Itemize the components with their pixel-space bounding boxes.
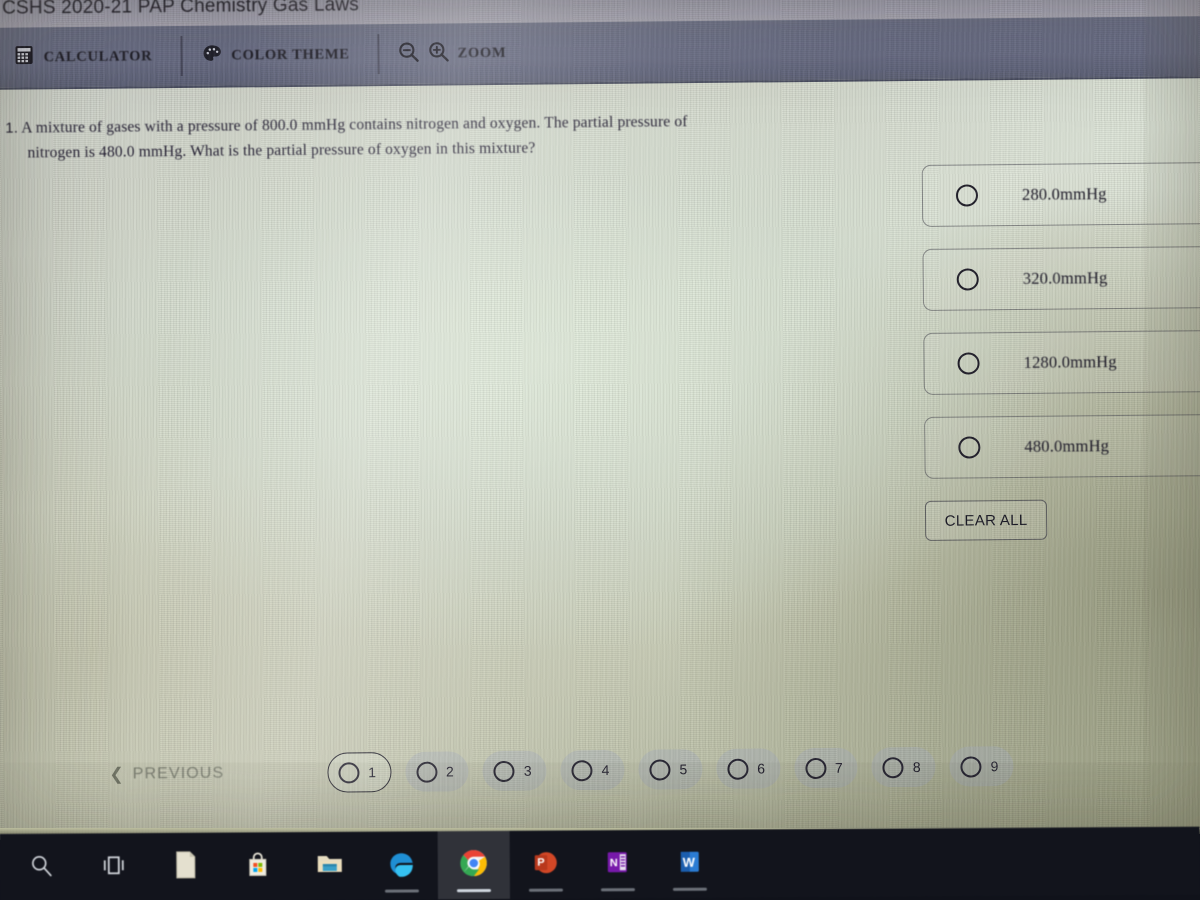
clear-all-button[interactable]: CLEAR ALL [924, 499, 1048, 541]
answer-option-2[interactable]: 320.0mmHg [922, 246, 1200, 311]
question-number: 1. [5, 119, 19, 137]
page-radio-icon [804, 757, 827, 779]
chrome-browser-icon [459, 848, 489, 883]
radio-button-icon[interactable] [957, 352, 980, 375]
toolbar-divider-1 [180, 36, 183, 77]
previous-button[interactable]: ❮ PREVIOUS [109, 764, 224, 785]
onenote-icon: N [604, 848, 632, 881]
taskbar-powerpoint-button[interactable]: P [510, 830, 582, 898]
page-number: 7 [834, 759, 843, 776]
search-icon [29, 852, 55, 883]
calculator-label: CALCULATOR [43, 47, 153, 65]
svg-text:N: N [610, 857, 618, 869]
page-item-4[interactable]: 4 [560, 749, 625, 791]
question-text: 1. A mixture of gases with a pressure of… [5, 107, 865, 166]
answer-option-4[interactable]: 480.0mmHg [924, 414, 1200, 479]
page-radio-icon [415, 761, 438, 783]
course-title: CSHS 2020-21 PAP Chemistry Gas Laws [2, 0, 360, 19]
page-radio-icon [571, 759, 593, 781]
taskbar-running-indicator [600, 888, 635, 892]
quiz-toolbar: CALCULATOR COLOR THEME ZOOM [0, 16, 1200, 90]
taskbar-active-indicator [456, 889, 491, 893]
calculator-button[interactable]: CALCULATOR [8, 36, 166, 78]
page-item-1[interactable]: 1 [327, 752, 392, 793]
taskbar-word-button[interactable]: W [654, 830, 726, 898]
radio-button-icon[interactable] [956, 268, 979, 291]
answer-option-label: 480.0mmHg [1024, 436, 1110, 456]
page-number-list: 1 2 3 4 5 6 7 8 9 [327, 746, 1014, 793]
taskbar-search-button[interactable] [6, 834, 78, 900]
answer-option-label: 320.0mmHg [1022, 268, 1108, 288]
answer-option-3[interactable]: 1280.0mmHg [923, 330, 1200, 395]
microsoft-store-icon [244, 850, 272, 883]
page-item-2[interactable]: 2 [404, 751, 469, 792]
palette-icon [202, 44, 221, 67]
file-explorer-icon [315, 850, 345, 881]
calculator-icon [14, 45, 33, 69]
page-number: 2 [445, 763, 454, 780]
answer-option-label: 280.0mmHg [1021, 184, 1107, 204]
taskbar-edge-button[interactable] [366, 831, 438, 899]
page-item-9[interactable]: 9 [949, 746, 1014, 787]
color-theme-button[interactable]: COLOR THEME [196, 34, 364, 76]
color-theme-label: COLOR THEME [231, 45, 350, 64]
question-line-1: A mixture of gases with a pressure of 80… [21, 113, 688, 137]
page-item-8[interactable]: 8 [871, 746, 936, 788]
powerpoint-icon: P [532, 848, 560, 881]
taskbar-running-indicator [528, 888, 563, 892]
page-radio-icon [493, 760, 515, 782]
page-number: 9 [990, 758, 999, 775]
windows-taskbar: P N W [0, 826, 1200, 900]
taskbar-running-indicator [384, 889, 419, 893]
chevron-left-icon: ❮ [109, 764, 124, 784]
page-number: 5 [679, 761, 688, 778]
zoom-label: ZOOM [457, 44, 507, 61]
edge-browser-icon [387, 848, 417, 883]
answer-option-1[interactable]: 280.0mmHg [921, 162, 1200, 227]
taskbar-onenote-button[interactable]: N [582, 830, 654, 898]
taskbar-microsoft-store-button[interactable] [222, 832, 294, 900]
toolbar-divider-2 [377, 34, 380, 75]
word-icon: W [676, 847, 704, 880]
svg-text:W: W [683, 854, 696, 869]
task-view-icon [101, 853, 127, 882]
page-radio-icon [882, 756, 904, 778]
answer-option-label: 1280.0mmHg [1023, 352, 1117, 372]
zoom-out-button[interactable] [397, 40, 419, 67]
taskbar-file-explorer-button[interactable] [294, 832, 366, 900]
page-number: 4 [601, 761, 610, 779]
monitor-screen: CSHS 2020-21 PAP Chemistry Gas Laws CALC… [0, 0, 1200, 840]
page-number: 3 [523, 762, 532, 779]
zoom-in-button[interactable] [427, 40, 449, 67]
taskbar-chrome-button[interactable] [437, 830, 511, 900]
taskbar-running-indicator [672, 887, 707, 891]
radio-button-icon[interactable] [955, 184, 979, 207]
page-item-6[interactable]: 6 [715, 748, 781, 789]
pagination-bar: ❮ PREVIOUS 1 2 3 4 5 6 7 8 9 [0, 736, 1200, 804]
taskbar-notepad-button[interactable] [150, 833, 222, 900]
page-radio-icon [727, 758, 749, 780]
page-item-3[interactable]: 3 [482, 750, 547, 792]
page-radio-icon [649, 758, 671, 781]
svg-text:P: P [537, 856, 544, 868]
page-number: 6 [757, 760, 766, 777]
page-number: 1 [368, 764, 377, 781]
zoom-controls: ZOOM [393, 39, 506, 67]
page-radio-icon [960, 755, 982, 778]
answer-options-list: 280.0mmHg 320.0mmHg 1280.0mmHg 480.0mmHg… [921, 162, 1200, 541]
previous-label: PREVIOUS [132, 764, 225, 783]
taskbar-task-view-button[interactable] [78, 833, 150, 900]
page-item-5[interactable]: 5 [638, 749, 703, 790]
page-item-7[interactable]: 7 [793, 747, 858, 789]
notepad-icon [173, 849, 199, 884]
radio-button-icon[interactable] [958, 436, 981, 459]
page-radio-icon [338, 761, 360, 784]
photo-of-screen: CSHS 2020-21 PAP Chemistry Gas Laws CALC… [0, 0, 1200, 900]
page-number: 8 [912, 758, 921, 776]
